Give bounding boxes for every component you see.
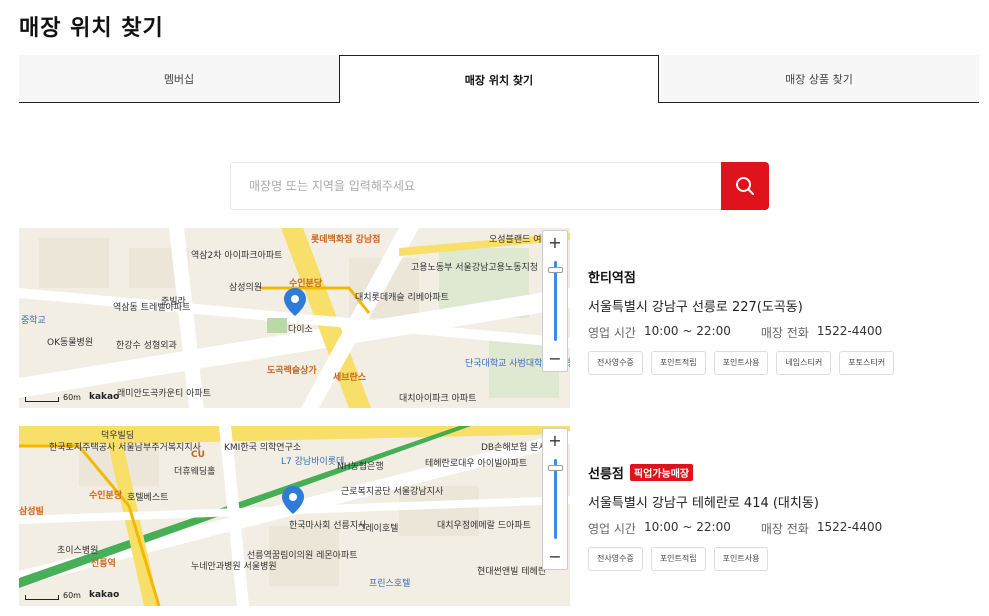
map-label: 세브란스 <box>333 373 367 383</box>
zoom-in-button[interactable]: + <box>543 429 567 453</box>
hours-label: 영업 시간 <box>588 326 636 340</box>
map-label: 역삼2차 아이파크아파트 <box>191 251 283 261</box>
map-label: CU <box>191 450 205 460</box>
zoom-slider-track[interactable] <box>554 261 557 341</box>
map-label: KMI한국 의학연구소 <box>224 443 302 453</box>
map-label: 삼성의원 <box>229 283 263 293</box>
search-icon <box>736 177 754 195</box>
map-label: 다이소 <box>288 325 313 335</box>
store-pin-icon[interactable] <box>284 288 306 316</box>
map-label: 선릉역 <box>91 559 116 569</box>
store-address: 서울특별시 강남구 테헤란로 414 (대치동) <box>588 496 819 511</box>
phone-value: 1522-4400 <box>816 520 883 534</box>
hours-label: 영업 시간 <box>588 522 636 536</box>
map-tiles <box>19 426 570 606</box>
zoom-slider-track[interactable] <box>554 459 557 539</box>
search-box <box>230 162 769 210</box>
map-zoom-control: + − <box>542 428 568 570</box>
phone-label: 매장 전화 <box>760 522 809 536</box>
map-scale: 60m kakao <box>25 392 119 402</box>
service-tag: 포인트적립 <box>650 351 706 375</box>
map-label: 그레이호텔 <box>357 524 399 534</box>
zoom-slider-handle[interactable] <box>548 267 563 273</box>
map-label: 중학교 <box>21 316 46 326</box>
service-tag: 포인트사용 <box>713 351 769 375</box>
hours-value: 10:00 ~ 22:00 <box>643 324 731 338</box>
store-hours-row: 영업 시간 10:00 ~ 22:00 매장 전화 1522-4400 <box>588 520 968 537</box>
map-label: 누네안과병원 서울병원 <box>191 562 277 572</box>
store-hours-row: 영업 시간 10:00 ~ 22:00 매장 전화 1522-4400 <box>588 324 968 341</box>
map-label: L7 강남바이롯데 <box>281 457 345 467</box>
map-label: 현대썬앤빌 테헤란 <box>477 567 547 577</box>
store-map-seolleung[interactable]: 덕우빌딩 한국토지주택공사 서울남부주거복지지사 KMI한국 의학연구소 L7 … <box>19 426 570 606</box>
store-name[interactable]: 한티역점 <box>588 267 636 286</box>
map-tiles <box>19 228 570 408</box>
phone-label: 매장 전화 <box>760 326 809 340</box>
map-scale: 60m kakao <box>25 590 119 600</box>
pickup-badge: 픽업가능매장 <box>629 463 694 481</box>
map-label: 대치롯데캐슬 리베아파트 <box>355 293 449 303</box>
store-address: 서울특별시 강남구 선릉로 227(도곡동) <box>588 300 803 315</box>
map-label: 프린스호텔 <box>369 579 411 589</box>
map-label: 테헤란로대우 아이빌아파트 <box>425 459 528 469</box>
service-tags: 전사영수증 포인트적립 포인트사용 <box>588 547 968 571</box>
map-label: DB손해보험 본사 <box>481 443 547 453</box>
zoom-out-button[interactable]: − <box>543 545 567 569</box>
page-title: 매장 위치 찾기 <box>19 16 164 41</box>
service-tag: 전사영수증 <box>588 351 643 375</box>
map-label: 근로복지공단 서울강남지사 <box>341 487 444 497</box>
service-tag: 포토스티커 <box>839 351 895 375</box>
map-label: 롯데백화점 강남점 <box>311 235 381 245</box>
store-card: 선릉점 픽업가능매장 서울특별시 강남구 테헤란로 414 (대치동) 영업 시… <box>588 463 968 571</box>
kakao-logo: kakao <box>88 590 120 600</box>
scale-label: 60m <box>63 591 81 600</box>
service-tags: 전사영수증 포인트적립 포인트사용 네임스티커 포토스티커 <box>588 351 968 375</box>
map-label: 도곡렉슬상가 <box>267 366 317 376</box>
search-button[interactable] <box>721 162 769 210</box>
map-label: 대치우정에메랄 드아파트 <box>437 521 531 531</box>
hours-value: 10:00 ~ 22:00 <box>643 520 731 534</box>
search-input[interactable] <box>231 163 722 209</box>
kakao-logo: kakao <box>88 392 120 402</box>
phone-value: 1522-4400 <box>816 324 883 338</box>
service-tag: 포인트적립 <box>650 547 706 571</box>
scale-line <box>25 595 59 600</box>
zoom-out-button[interactable]: − <box>543 347 567 371</box>
service-tag: 네임스티커 <box>776 351 832 375</box>
store-card: 한티역점 서울특별시 강남구 선릉로 227(도곡동) 영업 시간 10:00 … <box>588 268 968 375</box>
scale-label: 60m <box>63 393 81 402</box>
map-label: 고용노동부 서울강남고용노동지청 <box>411 263 539 273</box>
zoom-slider-handle[interactable] <box>548 465 563 471</box>
map-label: 한강수 성형외과 <box>116 341 177 351</box>
map-label: 준빌라 <box>161 297 186 307</box>
scale-line <box>25 397 59 402</box>
zoom-in-button[interactable]: + <box>543 231 567 255</box>
store-name[interactable]: 선릉점 <box>588 463 624 482</box>
tab-store-locator[interactable]: 매장 위치 찾기 <box>339 55 659 103</box>
map-label: OK동물병원 <box>47 338 94 348</box>
map-label: 래미안도곡카운티 아파트 <box>117 389 211 399</box>
service-tag: 포인트사용 <box>713 547 769 571</box>
store-pin-icon[interactable] <box>282 486 304 514</box>
map-zoom-control: + − <box>542 230 568 372</box>
tab-membership[interactable]: 멤버십 <box>19 55 339 103</box>
map-label: 삼성빌 <box>19 507 44 517</box>
tab-bar: 멤버십 매장 위치 찾기 매장 상품 찾기 <box>19 55 979 103</box>
service-tag: 전사영수증 <box>588 547 643 571</box>
store-map-hanti[interactable]: 롯데백화점 강남점 역삼2차 아이파크아파트 삼성의원 다이소 도곡렉슬상가 대… <box>19 228 570 408</box>
map-label: 한국마사회 선릉지사 <box>289 521 367 531</box>
map-label: 더휴웨딩홀 <box>174 467 216 477</box>
map-label: 초이스병원 <box>57 546 99 556</box>
map-label: 수인분당 <box>89 491 123 501</box>
map-label: NH농협은행 <box>337 462 384 472</box>
map-label: 대치아이파크 아파트 <box>399 394 477 404</box>
map-label: 한국토지주택공사 서울남부주거복지지사 <box>49 443 201 453</box>
tab-store-products[interactable]: 매장 상품 찾기 <box>659 55 979 103</box>
map-label: 호텔베스트 <box>127 493 169 503</box>
